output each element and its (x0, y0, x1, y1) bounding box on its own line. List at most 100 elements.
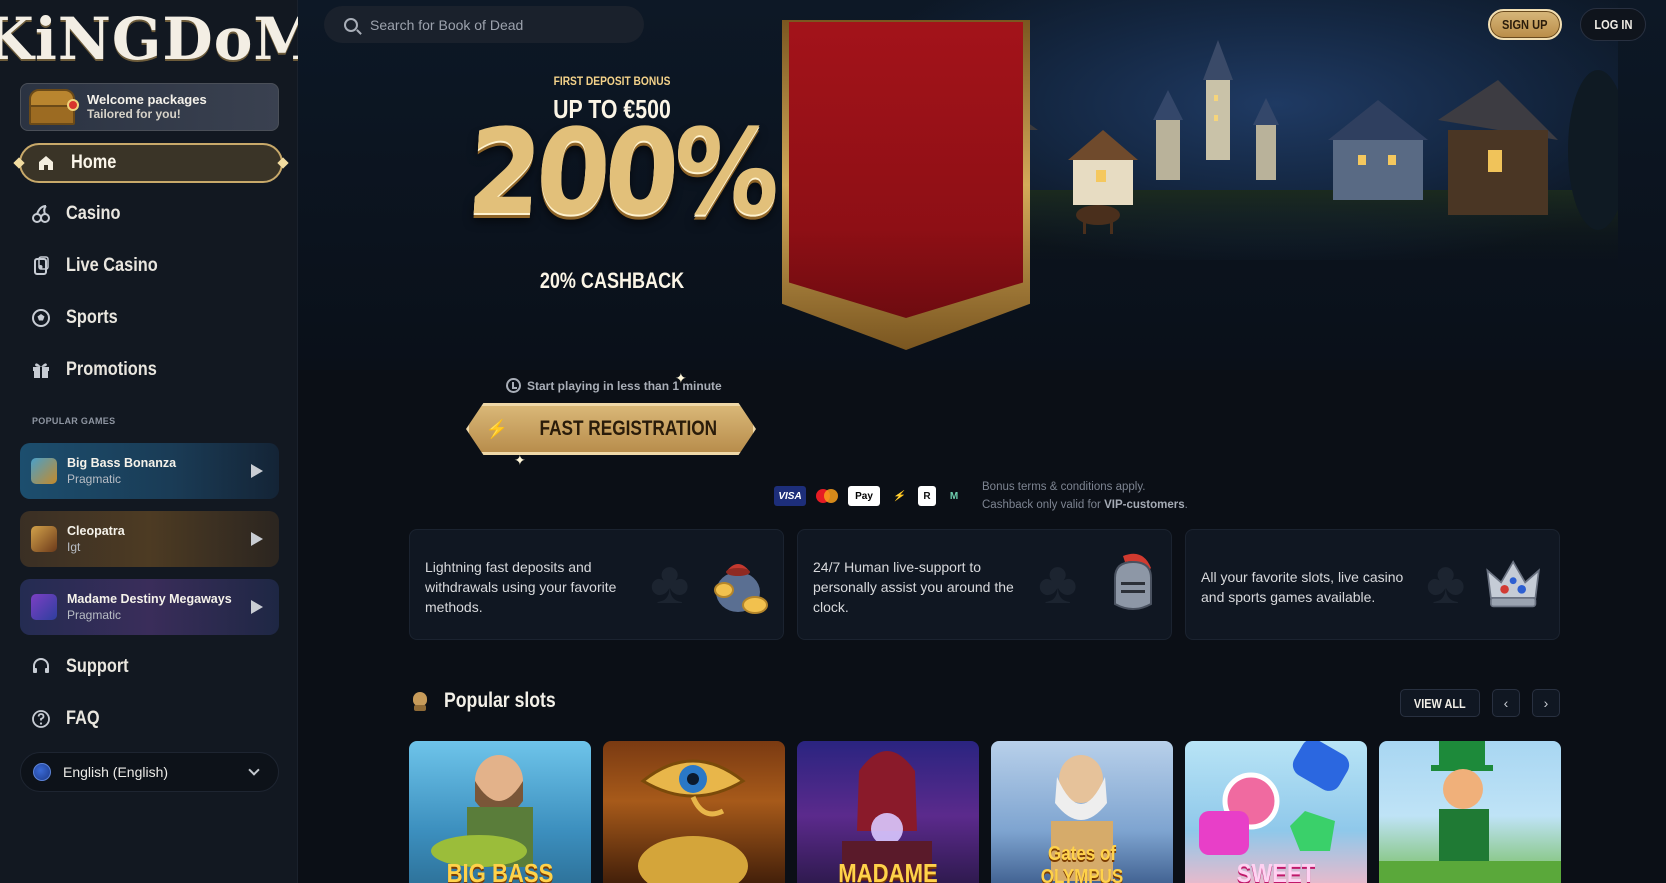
payment-methods: VISA Pay ⚡ R M (774, 486, 965, 506)
kingdom-logo[interactable]: KiNGDoM (0, 4, 318, 74)
feature-text: 24/7 Human live-support to personally as… (813, 559, 1014, 615)
knight-helmet-icon (1114, 553, 1152, 610)
play-icon[interactable] (251, 600, 263, 614)
bonus-banner (789, 22, 1023, 318)
feature-card-deposits: ♣ Lightning fast deposits and withdrawal… (409, 529, 784, 640)
cherries-icon (30, 203, 52, 225)
game-provider: Igt (67, 540, 81, 554)
bonus-terms: Bonus terms & conditions apply. Cashback… (982, 478, 1188, 514)
nav-item-home[interactable]: Home (19, 143, 283, 183)
game-provider: Pragmatic (67, 608, 122, 622)
clock-icon (506, 378, 521, 393)
sign-up-button[interactable]: SIGN UP (1488, 9, 1562, 40)
game-name: Madame Destiny Megaways (67, 592, 232, 606)
slot-tile-rainbow-riches[interactable] (1379, 741, 1561, 883)
globe-icon (33, 763, 51, 781)
mastercard-icon (813, 486, 841, 506)
fast-registration-label: FAST REGISTRATION (539, 417, 718, 440)
search-bar[interactable] (324, 6, 644, 43)
welcome-title: Welcome packages (87, 92, 207, 107)
soccer-ball-icon (30, 307, 52, 329)
slot-title: SWEET (1236, 858, 1316, 883)
game-name: Cleopatra (67, 524, 125, 538)
welcome-subtitle: Tailored for you! (87, 107, 181, 121)
nav-label-promotions: Promotions (66, 359, 157, 380)
cashback-label: 20% CASHBACK (539, 268, 685, 293)
sparkle-icon: ✦ (514, 452, 526, 468)
feature-card-support: ♣ 24/7 Human live-support to personally … (797, 529, 1172, 640)
play-icon[interactable] (251, 532, 263, 546)
search-input[interactable] (370, 16, 630, 33)
language-label: English (English) (63, 764, 169, 780)
slot-title: Gates of OLYMPUS (1040, 843, 1124, 883)
game-thumbnail (31, 526, 57, 552)
welcome-packages-banner[interactable]: Welcome packages Tailored for you! (20, 83, 279, 131)
log-in-button[interactable]: LOG IN (1580, 8, 1646, 41)
game-thumbnail (31, 458, 57, 484)
slot-title: MADAME (838, 858, 938, 883)
start-playing-note: Start playing in less than 1 minute (506, 378, 726, 393)
next-arrow-button[interactable]: › (1532, 689, 1560, 717)
fast-transfer-icon: ⚡ (892, 490, 906, 502)
nav-item-sports[interactable]: Sports (30, 301, 280, 335)
cards-icon (30, 255, 52, 277)
nav-label-sports: Sports (66, 307, 118, 328)
popular-slots-heading: Popular slots (410, 689, 577, 713)
nav-item-support[interactable]: Support (30, 650, 280, 684)
popular-game-big-bass-bonanza[interactable]: Big Bass Bonanza Pragmatic (20, 443, 279, 499)
feature-text: Lightning fast deposits and withdrawals … (425, 559, 617, 615)
first-deposit-label: FIRST DEPOSIT BONUS (553, 74, 671, 88)
muchbetter-icon: M (949, 490, 959, 502)
feature-card-games: ♣ All your favorite slots, live casino a… (1185, 529, 1560, 640)
home-icon (35, 152, 57, 174)
nav-item-live-casino[interactable]: Live Casino (30, 249, 280, 283)
game-name: Big Bass Bonanza (67, 456, 177, 470)
lightning-bolt-icon: ⚡ (485, 418, 508, 439)
nav-item-casino[interactable]: Casino (30, 197, 280, 231)
fast-registration-button[interactable]: ⚡ FAST REGISTRATION (466, 403, 756, 455)
slot-tile-sweet-bonanza[interactable]: SWEET (1185, 741, 1367, 883)
coin-bag-icon (714, 564, 768, 614)
sparkle-icon: ✦ (675, 370, 687, 386)
slot-tile-gates-of-olympus[interactable]: Gates of OLYMPUS (991, 741, 1173, 883)
nav-item-faq[interactable]: FAQ (30, 702, 280, 736)
popular-game-cleopatra[interactable]: Cleopatra Igt (20, 511, 279, 567)
view-all-button[interactable]: VIEW ALL (1400, 689, 1480, 717)
nav-label-live-casino: Live Casino (66, 255, 158, 276)
play-icon[interactable] (251, 464, 263, 478)
sidebar: KiNGDoM Welcome packages Tailored for yo… (0, 0, 318, 883)
apple-pay-icon: Pay (848, 486, 880, 506)
popular-slots-title: Popular slots (444, 689, 556, 712)
nav-item-promotions[interactable]: Promotions (30, 353, 280, 387)
game-thumbnail (31, 594, 57, 620)
slot-tile-big-bass[interactable]: BIG BASS (409, 741, 591, 883)
torch-icon (410, 690, 430, 712)
game-provider: Pragmatic (67, 472, 122, 486)
nav-label-casino: Casino (66, 203, 121, 224)
terms-line-1: Bonus terms & conditions apply. (982, 481, 1146, 493)
revolut-icon: R (918, 486, 936, 506)
slot-tile-madame-destiny[interactable]: MADAME (797, 741, 979, 883)
bonus-percentage: 200% (463, 103, 779, 241)
gift-icon (30, 359, 52, 381)
nav-label-home: Home (71, 152, 117, 173)
nav-label-faq: FAQ (66, 708, 100, 729)
popular-game-madame-destiny-megaways[interactable]: Madame Destiny Megaways Pragmatic (20, 579, 279, 635)
nav-label-support: Support (66, 656, 129, 677)
chevron-left-icon: ‹ (1503, 695, 1509, 711)
slot-tile-cleopatra[interactable] (603, 741, 785, 883)
chevron-right-icon: › (1543, 695, 1549, 711)
prev-arrow-button[interactable]: ‹ (1492, 689, 1520, 717)
visa-icon: VISA (774, 486, 806, 506)
slot-title: BIG BASS (446, 858, 554, 883)
start-playing-text: Start playing in less than 1 minute (527, 378, 722, 393)
vip-customers-text: VIP-customers (1104, 499, 1185, 511)
logo-text: KiNGDoM (0, 5, 319, 73)
headset-icon (30, 656, 52, 678)
treasure-chest-icon (27, 86, 79, 128)
search-icon (344, 17, 358, 32)
chevron-down-icon (248, 764, 260, 776)
question-icon (30, 708, 52, 730)
crown-icon (1486, 560, 1540, 608)
language-selector[interactable]: English (English) (20, 752, 279, 792)
